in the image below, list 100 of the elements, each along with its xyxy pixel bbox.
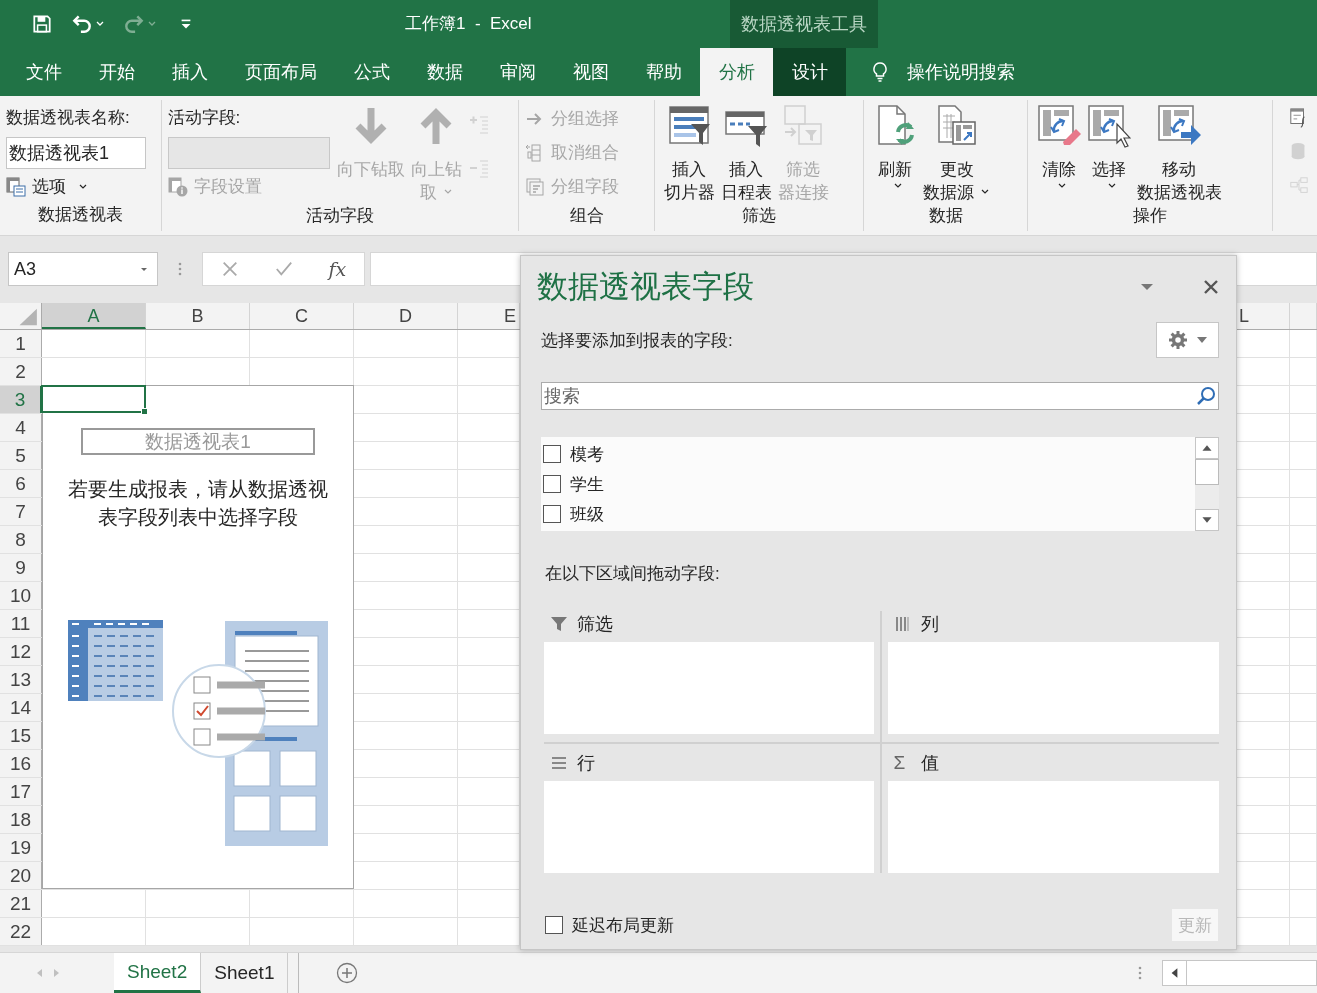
row-header[interactable]: 12 bbox=[0, 638, 42, 666]
row-header[interactable]: 3 bbox=[0, 386, 42, 414]
lightbulb-icon bbox=[870, 60, 890, 83]
tools-button[interactable] bbox=[1156, 322, 1219, 358]
settings-icon bbox=[1167, 330, 1188, 350]
insert-function-button[interactable]: fx bbox=[328, 258, 347, 281]
vertical-scrollbar[interactable] bbox=[1195, 437, 1219, 531]
pivot-name-label: 数据透视表名称: bbox=[6, 106, 131, 129]
clear-button[interactable]: 清除 bbox=[1033, 99, 1084, 191]
row-header[interactable]: 8 bbox=[0, 526, 42, 554]
move-pivot-button[interactable]: 移动 数据透视表 bbox=[1133, 99, 1225, 204]
scroll-thumb[interactable] bbox=[1195, 459, 1219, 485]
group-label: 数据 bbox=[927, 204, 964, 227]
ribbon-tab[interactable]: 数据 bbox=[408, 47, 481, 96]
row-header[interactable]: 4 bbox=[0, 414, 42, 442]
filter-icon bbox=[550, 615, 568, 633]
pane-title: 数据透视表字段 bbox=[537, 268, 755, 306]
cursor-icon bbox=[1086, 103, 1131, 148]
group-label: 数据透视表 bbox=[36, 203, 124, 226]
defer-update-checkbox[interactable]: 延迟布局更新 bbox=[545, 913, 674, 937]
horizontal-scrollbar[interactable] bbox=[1162, 960, 1317, 987]
row-header[interactable]: 9 bbox=[0, 554, 42, 582]
area-label: 值 bbox=[920, 752, 939, 775]
row-header[interactable]: 1 bbox=[0, 330, 42, 358]
search-field[interactable]: 搜索 bbox=[541, 382, 1219, 410]
caret-icon bbox=[1195, 336, 1208, 344]
ribbon-tab[interactable]: 页面布局 bbox=[226, 47, 335, 96]
choose-fields-label: 选择要添加到报表的字段: bbox=[541, 329, 733, 352]
row-header[interactable]: 15 bbox=[0, 722, 42, 750]
insert-timeline-button[interactable]: 插入 日程表 bbox=[717, 99, 775, 204]
instruction-text: 若要生成报表，请从数据透视表字段列表中选择字段 bbox=[67, 477, 329, 531]
change-source-button[interactable]: 更改 数据源 bbox=[920, 99, 994, 204]
pane-options-icon[interactable] bbox=[1140, 283, 1154, 291]
column-header[interactable]: B bbox=[146, 303, 250, 330]
split-handle-icon[interactable] bbox=[1138, 965, 1142, 982]
row-header[interactable]: 21 bbox=[0, 890, 42, 918]
pivot-name-field[interactable]: 数据透视表1 bbox=[6, 136, 146, 169]
drag-fields-label: 在以下区域间拖动字段: bbox=[545, 563, 721, 585]
row-header[interactable]: 10 bbox=[0, 582, 42, 610]
ribbon-tab[interactable]: 设计 bbox=[773, 47, 846, 96]
contextual-tab-title: 数据透视表工具 bbox=[730, 0, 878, 48]
window-title: 工作簿1 - Excel bbox=[405, 13, 533, 36]
close-icon[interactable] bbox=[1202, 278, 1220, 296]
ribbon-tab[interactable]: 插入 bbox=[153, 47, 226, 96]
eraser-icon bbox=[1036, 103, 1081, 148]
save-icon bbox=[31, 12, 53, 35]
ribbon-tab[interactable]: 文件 bbox=[7, 47, 80, 96]
row-header[interactable]: 14 bbox=[0, 694, 42, 722]
row-header[interactable]: 18 bbox=[0, 806, 42, 834]
field-info-icon bbox=[167, 176, 188, 197]
area-label: 筛选 bbox=[577, 613, 613, 636]
active-field-label: 活动字段: bbox=[167, 106, 242, 129]
row-header[interactable]: 17 bbox=[0, 778, 42, 806]
select-button[interactable]: 选择 bbox=[1083, 99, 1134, 191]
row-header[interactable]: 6 bbox=[0, 470, 42, 498]
active-field-input[interactable] bbox=[167, 136, 330, 169]
column-header[interactable]: D bbox=[354, 303, 458, 330]
move-arrow-icon bbox=[1157, 103, 1202, 148]
search-icon[interactable] bbox=[1196, 386, 1216, 406]
pivot-caption: 数据透视表1 bbox=[81, 428, 315, 456]
hierarchy-icon bbox=[1289, 175, 1309, 196]
row-header[interactable]: 13 bbox=[0, 666, 42, 694]
options-button[interactable]: 选项 bbox=[6, 170, 146, 203]
ribbon-tab[interactable]: 视图 bbox=[554, 47, 627, 96]
field-checkbox[interactable]: 模考 bbox=[541, 439, 1195, 469]
ribbon-tab[interactable]: 帮助 bbox=[627, 47, 700, 96]
ribbon-tab[interactable]: 审阅 bbox=[481, 47, 554, 96]
check-icon[interactable] bbox=[274, 260, 293, 279]
group-label: 活动字段 bbox=[304, 204, 375, 227]
column-header[interactable]: C bbox=[250, 303, 354, 330]
row-header[interactable]: 2 bbox=[0, 358, 42, 386]
ribbon-tab[interactable]: 开始 bbox=[80, 47, 153, 96]
row-header[interactable]: 16 bbox=[0, 750, 42, 778]
name-box[interactable]: A3 bbox=[8, 252, 158, 287]
cancel-icon[interactable] bbox=[220, 260, 239, 279]
sheet-tab[interactable]: Sheet2 bbox=[114, 953, 202, 993]
field-checkbox[interactable]: 学生 bbox=[541, 469, 1195, 499]
area-label: 行 bbox=[577, 752, 595, 775]
tell-me-search[interactable]: 操作说明搜索 bbox=[907, 59, 1015, 84]
scroll-up-icon[interactable] bbox=[1195, 437, 1219, 459]
ribbon-tab[interactable]: 公式 bbox=[335, 47, 408, 96]
sheet-tab[interactable]: Sheet1 bbox=[201, 953, 289, 993]
scroll-down-icon[interactable] bbox=[1195, 509, 1219, 531]
insert-slicer-button[interactable]: 插入 切片器 bbox=[660, 99, 718, 204]
column-header[interactable]: A bbox=[42, 303, 146, 330]
add-sheet-icon[interactable] bbox=[336, 962, 359, 985]
row-header[interactable]: 19 bbox=[0, 834, 42, 862]
row-header[interactable]: 22 bbox=[0, 918, 42, 946]
columns-icon bbox=[893, 615, 912, 633]
row-header[interactable]: 20 bbox=[0, 862, 42, 890]
drag-handle-icon[interactable] bbox=[178, 261, 182, 278]
row-header[interactable]: 5 bbox=[0, 442, 42, 470]
group-label: 操作 bbox=[1131, 204, 1168, 227]
slicer-icon bbox=[667, 103, 712, 148]
field-checkbox[interactable]: 班级 bbox=[541, 499, 1195, 529]
ribbon-tab[interactable]: 分析 bbox=[700, 47, 773, 96]
row-header[interactable]: 7 bbox=[0, 498, 42, 526]
refresh-button[interactable]: 刷新 bbox=[870, 99, 921, 191]
row-header[interactable]: 11 bbox=[0, 610, 42, 638]
active-cell[interactable] bbox=[41, 385, 146, 414]
